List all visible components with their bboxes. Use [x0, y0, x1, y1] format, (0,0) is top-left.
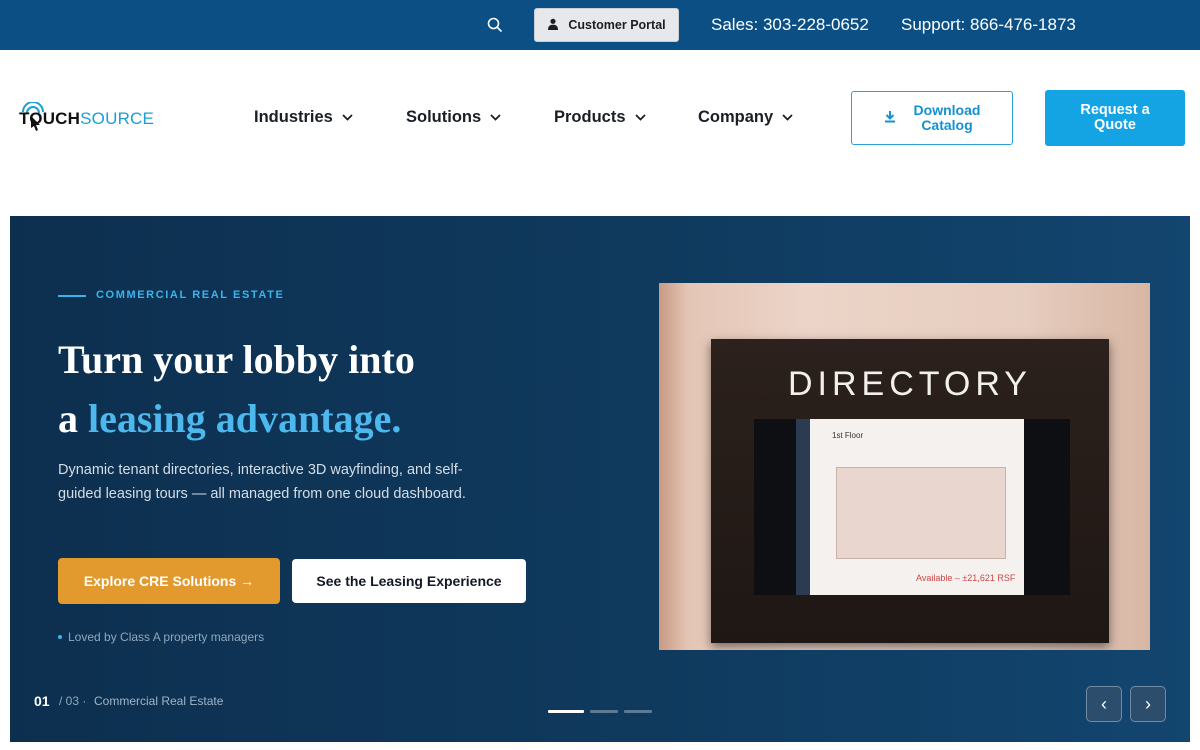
hero-eyebrow: COMMERCIAL REAL ESTATE [96, 289, 285, 301]
nav-industries[interactable]: Industries [254, 108, 353, 127]
nav-label: Products [554, 108, 626, 126]
hero-title-a: a [58, 396, 78, 441]
slide-total: / 03 · [59, 694, 87, 708]
slide-dot[interactable] [624, 710, 652, 713]
nav-company[interactable]: Company [698, 108, 793, 127]
bullet-dot [58, 635, 62, 639]
chevron-down-icon [634, 114, 646, 121]
chevron-down-icon [782, 114, 793, 121]
leasing-experience-button[interactable]: See the Leasing Experience [292, 559, 526, 603]
customer-portal-label: Customer Portal [568, 18, 666, 32]
chevron-right-icon: › [1145, 693, 1151, 714]
slide-dot[interactable] [590, 710, 618, 713]
logo-text-source: SOURCE [80, 109, 155, 128]
directory-photo: DIRECTORY 1st Floor Available – ±21,621 … [659, 283, 1150, 650]
quote-label-line2: Quote [1094, 117, 1136, 133]
hero-title-line1: Turn your lobby into [58, 337, 415, 382]
floor-plan-sidebar [796, 419, 810, 595]
sales-phone-link[interactable]: Sales: 303-228-0652 [711, 15, 869, 35]
floor-plan-layout [836, 467, 1006, 559]
hero-title: Turn your lobby into a leasing advantage… [58, 330, 415, 448]
hero-title-accent: leasing advantage. [88, 396, 402, 441]
support-phone-link[interactable]: Support: 866-476-1873 [901, 15, 1076, 35]
chevron-down-icon [490, 114, 501, 121]
customer-portal-button[interactable]: Customer Portal [534, 8, 679, 42]
search-icon[interactable] [484, 14, 506, 36]
next-slide-button[interactable]: › [1130, 686, 1166, 722]
quote-label-line1: Request a [1080, 102, 1150, 118]
slide-name: Commercial Real Estate [94, 694, 224, 708]
touchsource-logo[interactable]: TOUCHSOURCE [19, 102, 154, 136]
utility-bar: Customer Portal Sales: 303-228-0652 Supp… [0, 0, 1200, 50]
social-proof: Loved by Class A property managers [58, 630, 264, 644]
catalog-label-line2: Catalog [921, 117, 973, 133]
slide-current: 01 [34, 693, 50, 709]
nav-label: Solutions [406, 108, 482, 126]
hero-slider: COMMERCIAL REAL ESTATE Turn your lobby i… [10, 216, 1190, 742]
availability-text: Available – ±21,621 RSF [916, 573, 1016, 583]
download-catalog-button[interactable]: Download Catalog [851, 91, 1013, 145]
directory-sign-text: DIRECTORY [787, 365, 1032, 403]
nav-label: Industries [254, 108, 333, 126]
chevron-down-icon [342, 114, 353, 121]
prev-slide-button[interactable]: ‹ [1086, 686, 1122, 722]
nav-products[interactable]: Products [554, 108, 646, 127]
user-icon [547, 18, 559, 33]
floor-label: 1st Floor [832, 431, 864, 440]
download-icon [884, 110, 896, 126]
request-quote-button[interactable]: Request a Quote [1045, 90, 1185, 146]
social-proof-text: Loved by Class A property managers [68, 630, 265, 644]
logo-text-touch: TOUCH [19, 109, 81, 128]
catalog-label-line1: Download [913, 102, 981, 118]
chevron-left-icon: ‹ [1101, 693, 1107, 714]
floor-plan: 1st Floor Available – ±21,621 RSF [796, 419, 1024, 595]
hero-description: Dynamic tenant directories, interactive … [58, 462, 466, 502]
slide-dots [548, 710, 652, 713]
explore-cre-button[interactable]: Explore CRE Solutions → [58, 558, 280, 604]
directory-display-frame: DIRECTORY 1st Floor Available – ±21,621 … [711, 339, 1109, 643]
eyebrow-divider [58, 295, 86, 297]
slide-dot[interactable] [548, 710, 584, 713]
nav-solutions[interactable]: Solutions [406, 108, 501, 127]
nav-label: Company [698, 108, 774, 126]
